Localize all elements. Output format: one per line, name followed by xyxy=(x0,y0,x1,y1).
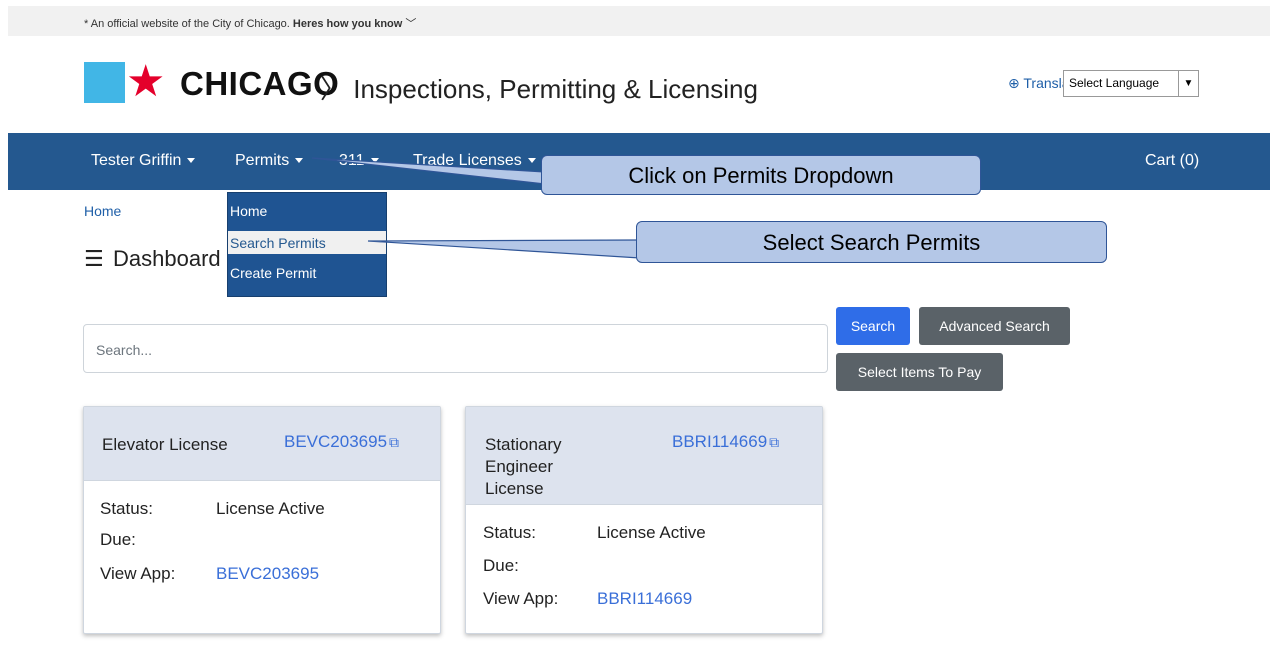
callout-connectors xyxy=(311,157,641,259)
callout-pointer-permits xyxy=(311,157,546,185)
callout-click-permits: Click on Permits Dropdown xyxy=(541,155,981,195)
callout-pointer-search-permits xyxy=(367,239,641,259)
callout-select-search-permits: Select Search Permits xyxy=(636,221,1107,263)
